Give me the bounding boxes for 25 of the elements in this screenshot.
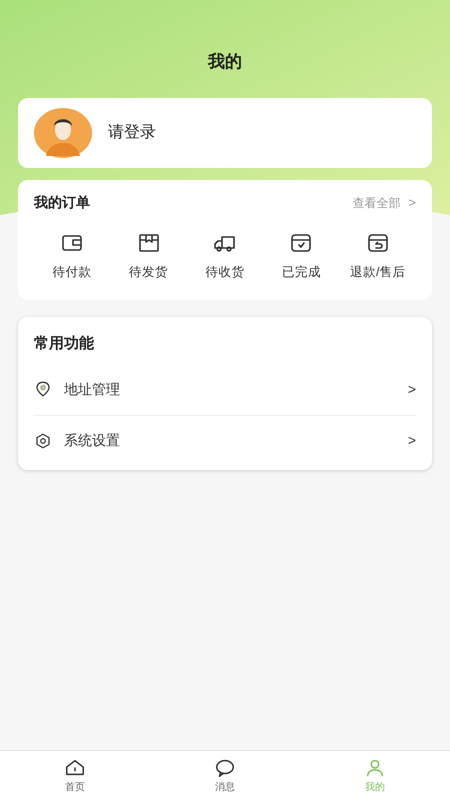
login-text: 请登录 [108, 122, 156, 143]
profile-card[interactable]: 请登录 [18, 98, 432, 168]
section-title: 我的订单 [34, 193, 90, 212]
menu-label: 系统设置 [64, 431, 121, 450]
chevron-icon: > [408, 192, 416, 212]
tab-item[interactable]: 首页 [0, 751, 150, 800]
order-status-button[interactable]: 已完成 [263, 231, 340, 282]
chevron-icon: > [408, 378, 416, 400]
avatar [34, 108, 92, 158]
menu-label: 地址管理 [64, 380, 121, 398]
order-status-button[interactable]: 待发货 [110, 231, 187, 282]
chevron-icon: > [408, 430, 416, 451]
order-status-button[interactable]: 待收货 [186, 231, 264, 282]
box-check-icon [289, 231, 314, 255]
box-return-icon [366, 231, 390, 255]
section-title: 常用功能 [34, 334, 95, 354]
pin-icon [34, 380, 52, 398]
page-title: 我的 [208, 51, 242, 74]
tab-item[interactable]: 消息 [150, 751, 300, 800]
menu-item[interactable]: 地址管理 > [34, 364, 416, 414]
box-icon [136, 231, 161, 255]
order-status-button[interactable]: 待付款 [34, 231, 110, 282]
hexagon-icon [34, 432, 52, 450]
menu-item[interactable]: 系统设置 > [34, 414, 416, 466]
order-status-button[interactable]: 退款/售后 [340, 231, 416, 282]
